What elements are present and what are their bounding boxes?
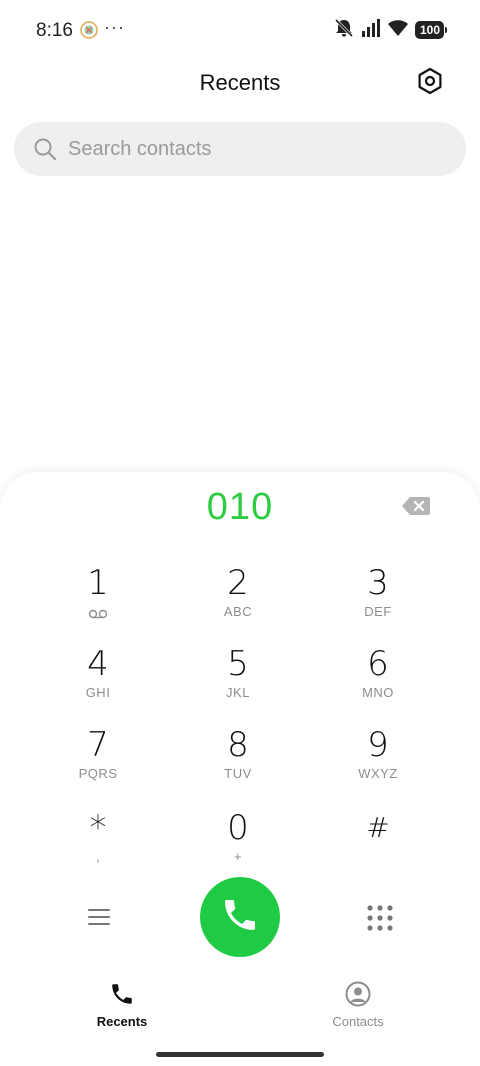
home-indicator[interactable] xyxy=(156,1052,324,1057)
keypad-toggle-button[interactable] xyxy=(366,904,396,934)
backspace-button[interactable] xyxy=(401,495,433,519)
signal-icon xyxy=(361,18,381,42)
tab-label: Contacts xyxy=(332,1014,384,1029)
key-3[interactable]: 3 DEF xyxy=(308,562,448,642)
key-digit: # xyxy=(366,811,390,844)
dialpad-icon xyxy=(366,905,394,936)
wifi-icon xyxy=(387,19,409,42)
key-letters: DEF xyxy=(364,604,392,619)
search-icon xyxy=(32,136,58,162)
key-digit: 3 xyxy=(367,563,389,603)
status-bar: 8:16 ··· 100 xyxy=(0,0,480,60)
key-letters: JKL xyxy=(226,685,250,700)
key-letters: MNO xyxy=(362,685,394,700)
key-letters: ABC xyxy=(223,604,253,619)
contact-person-icon xyxy=(288,980,428,1008)
key-digit: 4 xyxy=(87,644,109,684)
key-digit: * xyxy=(89,808,107,848)
menu-button[interactable] xyxy=(85,905,113,933)
key-digit: 6 xyxy=(367,644,389,684)
more-notifications-icon: ··· xyxy=(104,17,125,37)
key-1[interactable]: 1 xyxy=(28,562,168,642)
key-star[interactable]: * , xyxy=(28,807,168,887)
mute-icon xyxy=(333,18,355,43)
key-letters: TUV xyxy=(224,766,252,781)
call-button[interactable] xyxy=(200,877,280,957)
key-2[interactable]: 2 ABC xyxy=(168,562,308,642)
key-digit: 2 xyxy=(227,563,249,603)
battery-icon: 100 xyxy=(414,21,448,39)
search-input[interactable] xyxy=(68,137,428,161)
key-letters: , xyxy=(95,849,101,864)
key-8[interactable]: 8 TUV xyxy=(168,724,308,804)
key-6[interactable]: 6 MNO xyxy=(308,643,448,723)
key-digit: 1 xyxy=(87,563,109,603)
key-7[interactable]: 7 PQRS xyxy=(28,724,168,804)
app-notification-icon xyxy=(80,21,98,39)
tab-recents[interactable]: Recents xyxy=(52,980,192,1029)
key-letters: PQRS xyxy=(78,766,118,781)
key-letters: WXYZ xyxy=(358,766,398,781)
key-9[interactable]: 9 WXYZ xyxy=(308,724,448,804)
tab-contacts[interactable]: Contacts xyxy=(288,980,428,1029)
key-letters: GHI xyxy=(85,685,111,700)
voicemail-icon xyxy=(88,606,108,624)
search-bar[interactable] xyxy=(14,122,466,176)
key-digit: 8 xyxy=(227,725,249,765)
settings-button[interactable] xyxy=(414,67,446,99)
key-letters: + xyxy=(233,849,243,864)
page-title: Recents xyxy=(199,70,281,95)
key-hash[interactable]: # xyxy=(308,807,448,887)
settings-icon xyxy=(416,67,444,100)
phone-icon xyxy=(220,895,260,940)
key-4[interactable]: 4 GHI xyxy=(28,643,168,723)
key-digit: 7 xyxy=(87,725,109,765)
phone-icon xyxy=(52,980,192,1008)
key-digit: 0 xyxy=(227,808,249,848)
key-5[interactable]: 5 JKL xyxy=(168,643,308,723)
key-0[interactable]: 0 + xyxy=(168,807,308,887)
menu-icon xyxy=(87,907,111,932)
tab-label: Recents xyxy=(96,1014,148,1029)
status-icons: 100 xyxy=(333,18,448,43)
key-digit: 9 xyxy=(367,725,389,765)
status-time: 8:16 xyxy=(36,20,73,41)
backspace-icon xyxy=(401,497,431,521)
key-digit: 5 xyxy=(227,644,249,684)
